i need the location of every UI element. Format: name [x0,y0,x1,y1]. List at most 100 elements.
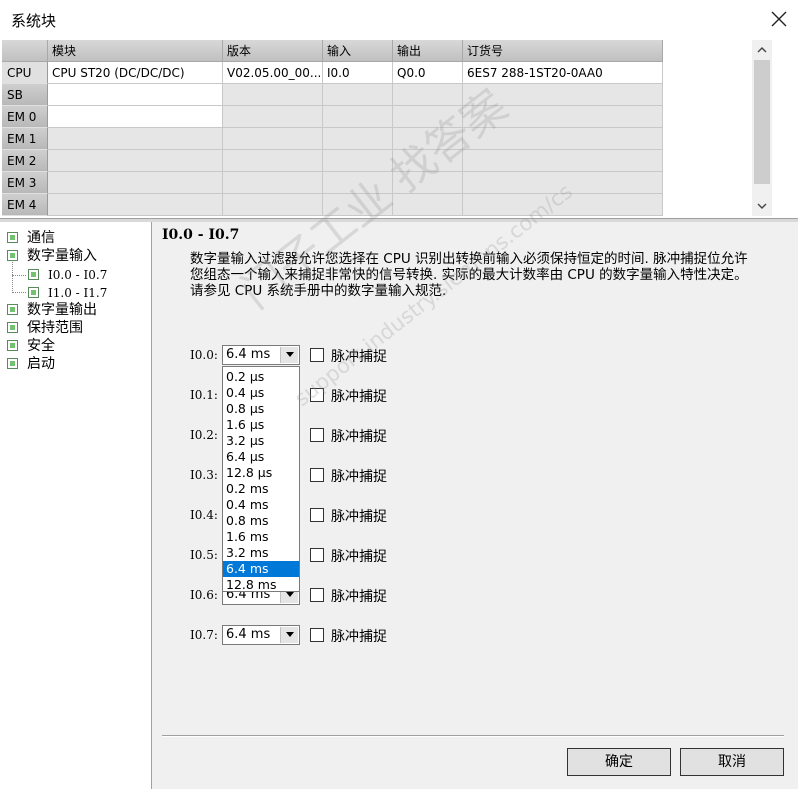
grid-header-output[interactable]: 输出 [393,40,463,62]
tree-item-digital-input[interactable]: 数字量输入 [7,247,97,265]
scroll-up-icon[interactable] [756,44,768,56]
grid-cell-output[interactable]: Q0.0 [393,62,463,84]
grid-cell-output[interactable] [393,106,463,128]
dropdown-option[interactable]: 0.4 ms [223,497,299,513]
input-filter-combo[interactable]: 6.4 ms [222,345,300,365]
pulse-catch-checkbox[interactable] [310,588,324,602]
dropdown-option[interactable]: 0.8 μs [223,401,299,417]
tree-node-icon [7,250,18,261]
grid-header-slot[interactable] [2,40,48,62]
tree-item-i0-range[interactable]: I0.0 - I0.7 [28,266,107,284]
tree-node-icon [7,358,18,369]
dropdown-option[interactable]: 6.4 ms [223,561,299,577]
grid-cell-order[interactable] [463,128,663,150]
pulse-catch-checkbox[interactable] [310,628,324,642]
grid-cell-output[interactable] [393,150,463,172]
footer-separator [162,735,784,737]
title-bar: 系统块 [0,0,798,38]
tree-item-communication[interactable]: 通信 [7,229,55,247]
grid-header-version[interactable]: 版本 [223,40,323,62]
pulse-catch-checkbox[interactable] [310,468,324,482]
pulse-catch-label: 脉冲捕捉 [331,549,387,565]
grid-header-input[interactable]: 输入 [323,40,393,62]
grid-cell-version[interactable]: V02.05.00_00.... [223,62,323,84]
scroll-down-icon[interactable] [756,200,768,212]
dropdown-option[interactable]: 3.2 μs [223,433,299,449]
grid-cell-module[interactable] [48,194,223,216]
grid-cell-version[interactable] [223,150,323,172]
grid-cell-version[interactable] [223,84,323,106]
grid-cell-order[interactable]: 6ES7 288-1ST20-0AA0 [463,62,663,84]
grid-cell-order[interactable] [463,106,663,128]
tree-connector [12,292,26,293]
filter-dropdown-list[interactable]: 0.2 μs 0.4 μs 0.8 μs 1.6 μs 3.2 μs 6.4 μs 12.8… [222,366,300,592]
ok-button[interactable]: 确定 [567,748,671,776]
dropdown-option[interactable]: 0.2 μs [223,369,299,385]
grid-cell-module[interactable] [48,172,223,194]
table-row[interactable]: SB [2,84,663,106]
close-icon[interactable] [768,8,790,30]
grid-cell-input[interactable] [323,106,393,128]
chevron-down-icon[interactable] [280,347,298,363]
dropdown-option[interactable]: 1.6 μs [223,417,299,433]
dropdown-option[interactable]: 3.2 ms [223,545,299,561]
tree-item-retentive-range[interactable]: 保持范围 [7,319,83,337]
dropdown-option[interactable]: 0.2 ms [223,481,299,497]
tree-item-startup[interactable]: 启动 [7,355,55,373]
dropdown-option[interactable]: 12.8 ms [223,577,299,593]
channel-label: I0.0: [190,348,218,362]
grid-cell-output[interactable] [393,194,463,216]
grid-cell-input[interactable] [323,172,393,194]
grid-cell-version[interactable] [223,128,323,150]
grid-cell-order[interactable] [463,150,663,172]
grid-cell-order[interactable] [463,172,663,194]
tree-node-icon [7,340,18,351]
table-row[interactable]: EM 1 [2,128,663,150]
pulse-catch-label: 脉冲捕捉 [331,429,387,445]
table-row[interactable]: EM 0 [2,106,663,128]
grid-cell-input[interactable] [323,194,393,216]
grid-cell-version[interactable] [223,172,323,194]
grid-cell-order[interactable] [463,84,663,106]
pulse-catch-checkbox[interactable] [310,508,324,522]
grid-cell-version[interactable] [223,194,323,216]
cancel-button[interactable]: 取消 [680,748,784,776]
grid-cell-input[interactable] [323,84,393,106]
dropdown-option[interactable]: 1.6 ms [223,529,299,545]
grid-cell-order[interactable] [463,194,663,216]
dropdown-option[interactable]: 0.8 ms [223,513,299,529]
dropdown-option[interactable]: 0.4 μs [223,385,299,401]
tree-item-security[interactable]: 安全 [7,337,55,355]
grid-cell-module[interactable] [48,84,223,106]
grid-vertical-scrollbar[interactable] [752,40,772,216]
chevron-down-icon[interactable] [280,627,298,643]
grid-cell-input[interactable]: I0.0 [323,62,393,84]
pulse-catch-checkbox[interactable] [310,348,324,362]
grid-cell-module[interactable]: CPU ST20 (DC/DC/DC) [48,62,223,84]
table-row[interactable]: EM 4 [2,194,663,216]
grid-cell-output[interactable] [393,84,463,106]
grid-cell-output[interactable] [393,172,463,194]
grid-cell-input[interactable] [323,128,393,150]
input-filter-combo[interactable]: 6.4 ms [222,625,300,645]
grid-cell-input[interactable] [323,150,393,172]
dropdown-option[interactable]: 6.4 μs [223,449,299,465]
pulse-catch-checkbox[interactable] [310,548,324,562]
scrollbar-thumb[interactable] [754,60,770,184]
table-row[interactable]: CPU CPU ST20 (DC/DC/DC) V02.05.00_00.... I0… [2,62,663,84]
table-row[interactable]: EM 3 [2,172,663,194]
grid-cell-module[interactable] [48,150,223,172]
pulse-catch-checkbox[interactable] [310,388,324,402]
tree-item-digital-output[interactable]: 数字量输出 [7,301,97,319]
grid-header-module[interactable]: 模块 [48,40,223,62]
grid-header-order[interactable]: 订货号 [463,40,663,62]
pulse-catch-checkbox[interactable] [310,428,324,442]
grid-cell-module[interactable] [48,128,223,150]
settings-tree: 通信 数字量输入 I0.0 - I0.7 I1.0 - I1.7 数字量输出 保… [2,222,152,789]
dropdown-option[interactable]: 12.8 μs [223,465,299,481]
table-row[interactable]: EM 2 [2,150,663,172]
grid-cell-module[interactable] [48,106,223,128]
grid-cell-output[interactable] [393,128,463,150]
grid-cell-version[interactable] [223,106,323,128]
tree-item-i1-range[interactable]: I1.0 - I1.7 [28,284,107,302]
